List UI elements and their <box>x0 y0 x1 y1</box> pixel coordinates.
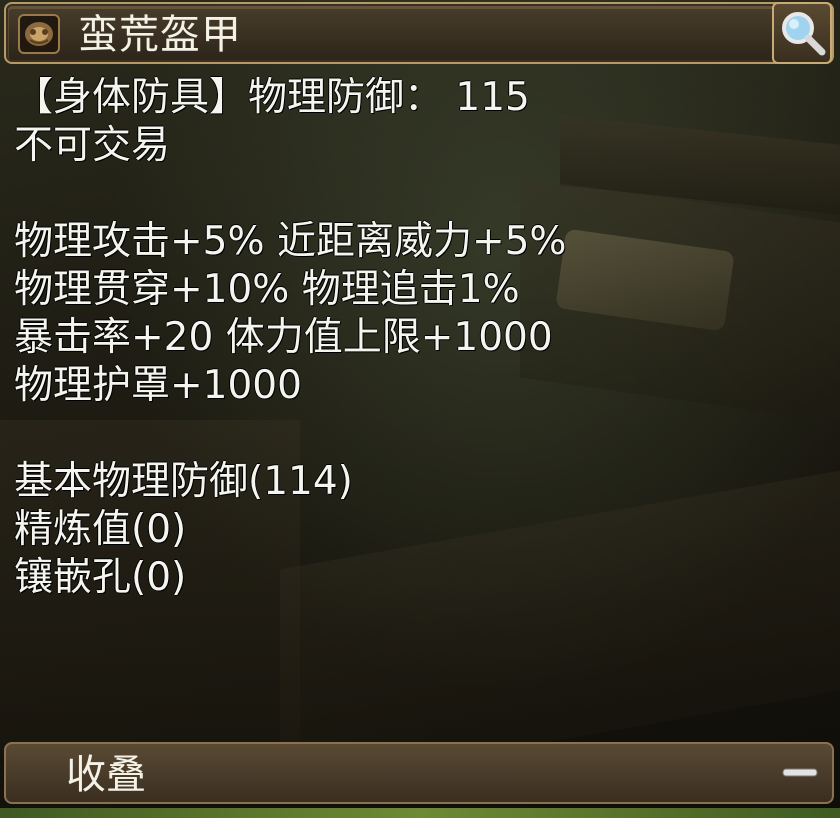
refine-line: 精炼值(0) <box>14 507 187 552</box>
stat-line: 物理攻击+5% 近距离威力+5% <box>14 219 567 264</box>
base-defense-line: 基本物理防御(114) <box>14 459 353 504</box>
stat-line: 物理护罩+1000 <box>14 363 302 408</box>
tooltip-content: 【身体防具】物理防御： 115 不可交易 物理攻击+5% 近距离威力+5% 物理… <box>14 74 814 602</box>
search-button[interactable] <box>772 2 832 64</box>
slot-defense-line: 【身体防具】物理防御： 115 <box>14 75 530 120</box>
collapse-bar[interactable]: 收叠 <box>4 742 834 804</box>
magnifier-icon <box>782 12 826 56</box>
tooltip-title-bar: 蛮荒盔甲 <box>4 2 834 64</box>
stat-line: 暴击率+20 体力值上限+1000 <box>14 315 553 360</box>
minus-icon[interactable] <box>782 766 818 780</box>
bottom-border-strip <box>0 808 840 818</box>
trade-status-line: 不可交易 <box>14 123 171 168</box>
armor-item-icon <box>18 14 60 54</box>
item-name-title: 蛮荒盔甲 <box>78 12 242 58</box>
collapse-label: 收叠 <box>66 752 146 798</box>
stat-line: 物理贯穿+10% 物理追击1% <box>14 267 520 312</box>
socket-line: 镶嵌孔(0) <box>14 555 187 600</box>
